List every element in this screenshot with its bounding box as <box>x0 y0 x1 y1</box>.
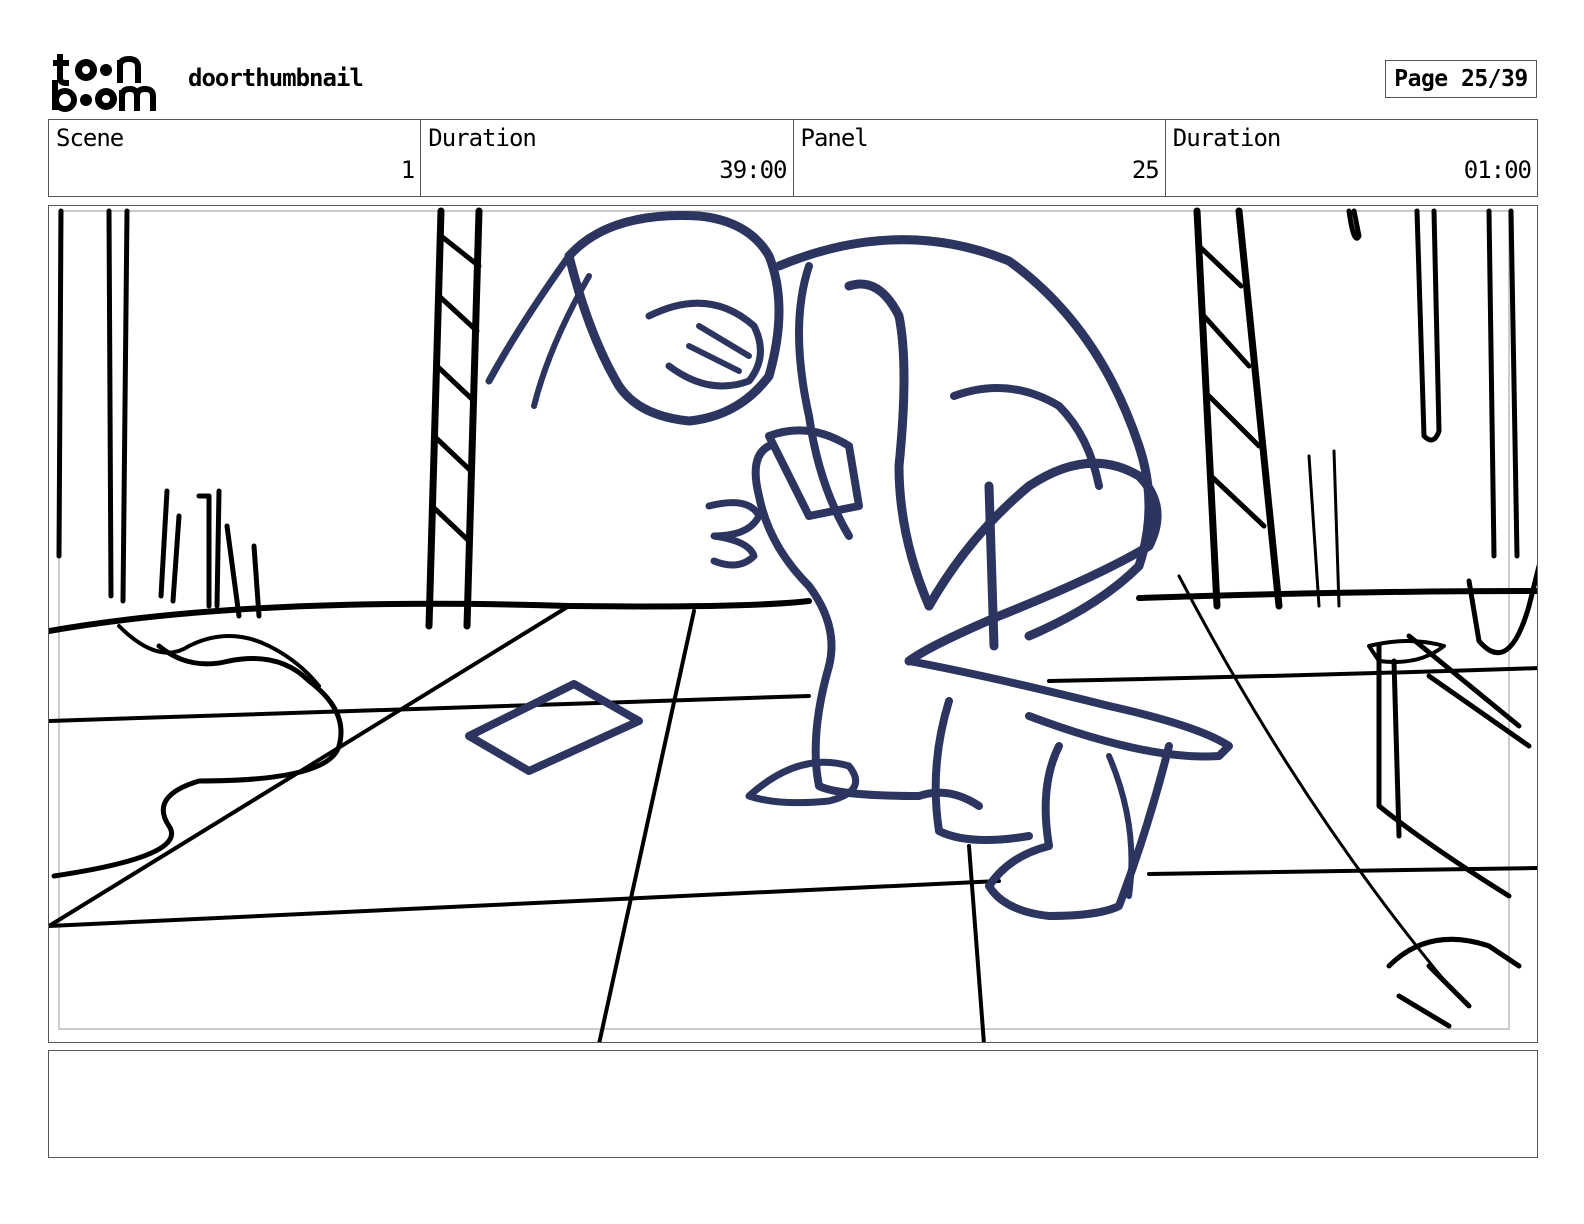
page-indicator: Page 25/39 <box>1385 60 1537 98</box>
crouching-figure <box>465 211 1233 920</box>
panel-cell: Panel 25 <box>794 120 1166 196</box>
toon-boom-logo <box>50 50 164 112</box>
background-line-art <box>49 207 1537 1042</box>
scene-label: Scene <box>56 124 124 152</box>
project-title: doorthumbnail <box>188 64 364 92</box>
scene-duration-value: 39:00 <box>719 156 787 184</box>
info-table: Scene 1 Duration 39:00 Panel 25 Duration… <box>48 119 1538 197</box>
scene-cell: Scene 1 <box>49 120 422 196</box>
panel-duration-cell: Duration 01:00 <box>1166 120 1537 196</box>
panel-value: 25 <box>1131 156 1160 184</box>
panel-label: Panel <box>800 124 869 152</box>
panel-duration-label: Duration <box>1172 124 1282 152</box>
storyboard-panel <box>48 205 1538 1043</box>
panel-notes-box <box>48 1050 1538 1158</box>
storyboard-sketch-image <box>49 207 1537 1042</box>
panel-duration-value: 01:00 <box>1463 156 1532 184</box>
scene-duration-label: Duration <box>428 124 537 152</box>
scene-value: 1 <box>400 156 415 184</box>
toon-boom-logo-icon <box>52 54 156 112</box>
scene-duration-cell: Duration 39:00 <box>421 120 794 196</box>
